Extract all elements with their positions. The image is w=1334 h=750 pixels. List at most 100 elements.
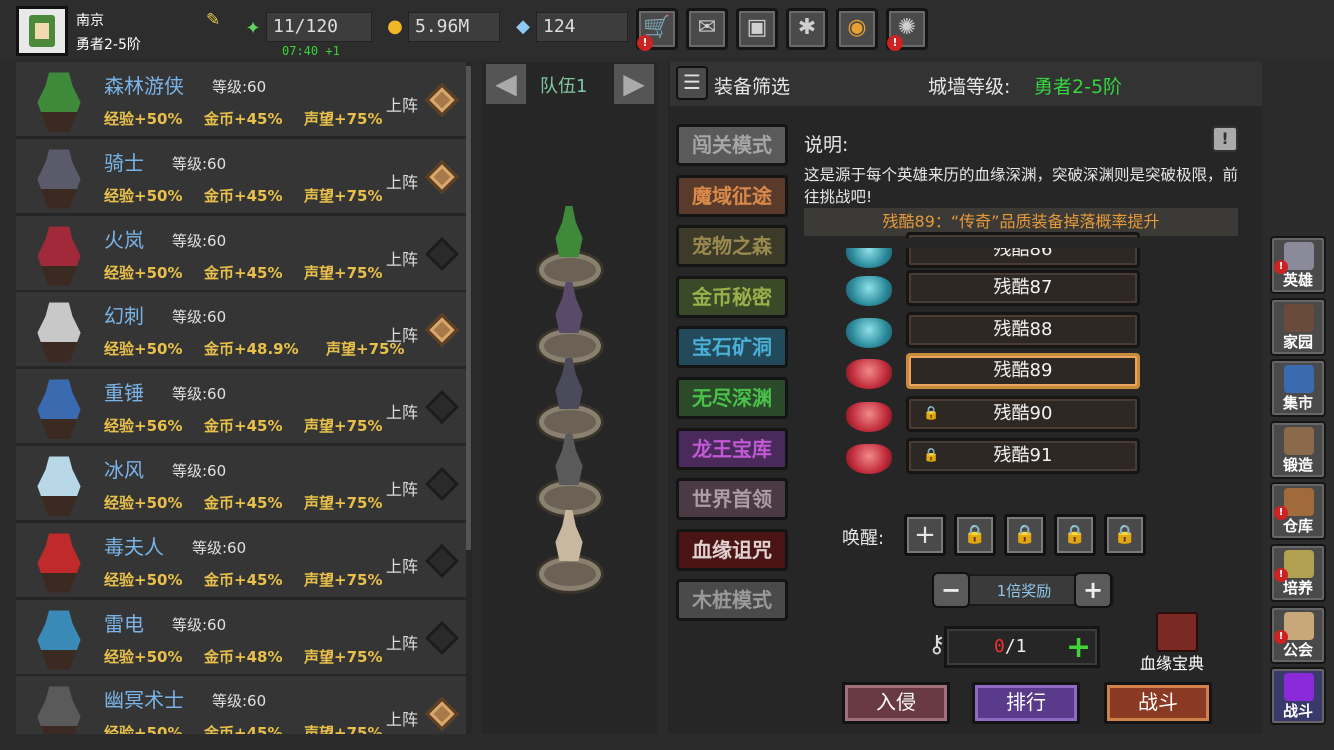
mode-button[interactable]: 宝石矿洞 bbox=[676, 326, 788, 369]
mode-button[interactable]: 金币秘密 bbox=[676, 275, 788, 318]
edit-icon[interactable]: ✎ bbox=[206, 10, 224, 30]
deploy-diamond-icon[interactable] bbox=[425, 159, 459, 194]
hero-gold-bonus: 金币+45% bbox=[204, 186, 283, 205]
reward-increase-button[interactable]: + bbox=[1074, 572, 1112, 608]
nav-3[interactable]: 锻造 bbox=[1270, 420, 1326, 479]
deploy-diamond-icon[interactable] bbox=[425, 467, 459, 501]
hero-row[interactable]: 冰风 等级:60 经验+50% 金币+45% 声望+75% 上阵 bbox=[16, 446, 466, 520]
deploy-diamond-icon[interactable] bbox=[425, 390, 459, 425]
fireworks-button[interactable]: ✺! bbox=[886, 8, 928, 51]
deploy-button[interactable]: 上阵 bbox=[386, 92, 418, 116]
deploy-button[interactable]: 上阵 bbox=[386, 706, 418, 730]
awaken-locked-slot[interactable]: 🔒 bbox=[1004, 514, 1046, 556]
mode-button[interactable]: 魔域征途 bbox=[676, 174, 788, 217]
nav-0[interactable]: ! 英雄 bbox=[1270, 236, 1326, 294]
home-castle-icon bbox=[1284, 303, 1314, 332]
deploy-button[interactable]: 上阵 bbox=[386, 476, 418, 500]
shop-button[interactable]: 🛒! bbox=[636, 8, 678, 51]
hero-portrait bbox=[37, 603, 81, 670]
hero-exp-bonus: 经验+50% bbox=[104, 110, 183, 128]
difficulty-level-button[interactable]: 残酷88 bbox=[906, 312, 1140, 348]
deploy-diamond-icon[interactable] bbox=[425, 236, 459, 271]
exclamation-icon: ! bbox=[1221, 129, 1229, 148]
ranking-button[interactable]: 排行 bbox=[972, 682, 1080, 724]
mode-button[interactable]: 闯关模式 bbox=[676, 124, 788, 166]
hero-name: 幻刺 bbox=[104, 304, 144, 329]
mode-button[interactable]: 血缘诅咒 bbox=[676, 528, 788, 571]
gem-icon: ◆ bbox=[516, 16, 530, 37]
awaken-locked-slot[interactable]: 🔒 bbox=[1104, 514, 1146, 556]
hero-exp-bonus: 经验+56% bbox=[104, 417, 183, 436]
difficulty-level-label: 残酷87 bbox=[993, 277, 1053, 298]
deploy-button[interactable]: 上阵 bbox=[386, 322, 418, 346]
gold-coin-icon: ● bbox=[387, 16, 403, 37]
invade-button[interactable]: 入侵 bbox=[842, 682, 950, 724]
deploy-diamond-icon[interactable] bbox=[425, 620, 459, 655]
team-next-button[interactable]: ▶ bbox=[614, 64, 654, 104]
wall-level-value: 勇者2-5阶 bbox=[1034, 76, 1123, 98]
gamepad-button[interactable]: ▣ bbox=[736, 8, 778, 50]
awaken-locked-slot[interactable]: 🔒 bbox=[1054, 514, 1096, 556]
player-avatar[interactable] bbox=[16, 6, 68, 56]
mode-button[interactable]: 木桩模式 bbox=[676, 579, 788, 622]
nav-6[interactable]: ! 公会 bbox=[1270, 605, 1326, 664]
hero-row[interactable]: 森林游侠 等级:60 经验+50% 金币+45% 声望+75% 上阵 bbox=[16, 62, 466, 136]
key-count-total: /1 bbox=[1004, 636, 1027, 657]
nav-label: 战斗 bbox=[1282, 702, 1313, 721]
hero-row[interactable]: 毒夫人 等级:60 经验+50% 金币+45% 声望+75% 上阵 bbox=[16, 522, 466, 597]
deploy-button[interactable]: 上阵 bbox=[386, 553, 418, 577]
nav-1[interactable]: 家园 bbox=[1270, 297, 1326, 356]
deploy-button[interactable]: 上阵 bbox=[386, 246, 418, 270]
fight-button[interactable]: 战斗 bbox=[1104, 682, 1212, 724]
hero-row[interactable]: 雷电 等级:60 经验+50% 金币+48% 声望+75% 上阵 bbox=[16, 599, 466, 674]
mail-button[interactable]: ✉ bbox=[686, 8, 728, 50]
hero-row[interactable]: 骑士 等级:60 经验+50% 金币+45% 声望+75% 上阵 bbox=[16, 138, 466, 213]
nav-4[interactable]: ! 仓库 bbox=[1270, 482, 1326, 541]
deploy-diamond-icon[interactable] bbox=[425, 313, 459, 348]
difficulty-level-button[interactable]: 🔒 残酷90 bbox=[906, 396, 1140, 432]
awaken-locked-slot[interactable]: 🔒 bbox=[954, 514, 996, 556]
gem-value: 124 bbox=[536, 12, 628, 42]
nav-7[interactable]: 战斗 bbox=[1270, 667, 1326, 726]
mode-button[interactable]: 龙王宝库 bbox=[676, 427, 788, 470]
hero-gold-bonus: 金币+48% bbox=[204, 647, 283, 666]
nav-2[interactable]: 集市 bbox=[1270, 359, 1326, 418]
bloodline-codex-icon[interactable] bbox=[1156, 612, 1198, 652]
hero-row[interactable]: 重锤 等级:60 经验+56% 金币+45% 声望+75% 上阵 bbox=[16, 369, 466, 444]
deploy-button[interactable]: 上阵 bbox=[386, 399, 418, 423]
mode-button[interactable]: 世界首领 bbox=[676, 478, 788, 521]
difficulty-level-button[interactable]: 🔒 残酷91 bbox=[906, 438, 1140, 474]
deploy-button[interactable]: 上阵 bbox=[386, 630, 418, 654]
difficulty-level-button[interactable]: 残酷87 bbox=[906, 270, 1140, 306]
gamepad-icon: ▣ bbox=[746, 15, 768, 40]
deploy-diamond-icon[interactable] bbox=[425, 83, 459, 117]
hero-level: 等级:60 bbox=[212, 692, 267, 711]
settings-button[interactable]: ✱ bbox=[786, 8, 828, 50]
hero-row[interactable]: 幽冥术士 等级:60 经验+50% 金币+45% 声望+75% 上阵 bbox=[16, 676, 466, 734]
hero-list-scrollbar[interactable] bbox=[466, 66, 471, 550]
color-wheel-button[interactable]: ◉ bbox=[836, 8, 878, 50]
market-icon bbox=[1284, 365, 1314, 394]
deploy-button[interactable]: 上阵 bbox=[386, 169, 418, 193]
nav-5[interactable]: ! 培养 bbox=[1270, 544, 1326, 602]
reward-decrease-button[interactable]: − bbox=[932, 572, 970, 608]
add-key-button[interactable]: + bbox=[1066, 630, 1091, 665]
hero-row[interactable]: 幻刺 等级:60 经验+50% 金币+48.9% 声望+75% 上阵 bbox=[16, 292, 466, 367]
hero-exp-bonus: 经验+50% bbox=[104, 494, 183, 512]
hero-exp-bonus: 经验+50% bbox=[104, 186, 183, 205]
bloodline-codex-label[interactable]: 血缘宝典 bbox=[1140, 650, 1204, 674]
difficulty-level-button[interactable]: 残酷89 bbox=[906, 353, 1140, 389]
awaken-add-slot[interactable]: + bbox=[904, 514, 946, 556]
deploy-diamond-icon[interactable] bbox=[425, 543, 459, 578]
team-prev-button[interactable]: ◀ bbox=[486, 64, 526, 104]
level-list-bottom-fade bbox=[804, 488, 1244, 498]
mode-button[interactable]: 宠物之森 bbox=[676, 225, 788, 268]
equipment-filter-button[interactable]: ☰ bbox=[676, 66, 708, 100]
hero-list[interactable]: 森林游侠 等级:60 经验+50% 金币+45% 声望+75% 上阵 骑士 等级:60 经验+5… bbox=[16, 62, 472, 734]
mode-button[interactable]: 无尽深渊 bbox=[676, 377, 788, 419]
arrow-left-icon: ◀ bbox=[495, 67, 517, 100]
deploy-diamond-icon[interactable] bbox=[425, 697, 459, 732]
key-count: 0/1 bbox=[994, 636, 1027, 657]
hero-row[interactable]: 火岚 等级:60 经验+50% 金币+45% 声望+75% 上阵 bbox=[16, 215, 466, 290]
info-button[interactable]: ! bbox=[1212, 126, 1238, 152]
